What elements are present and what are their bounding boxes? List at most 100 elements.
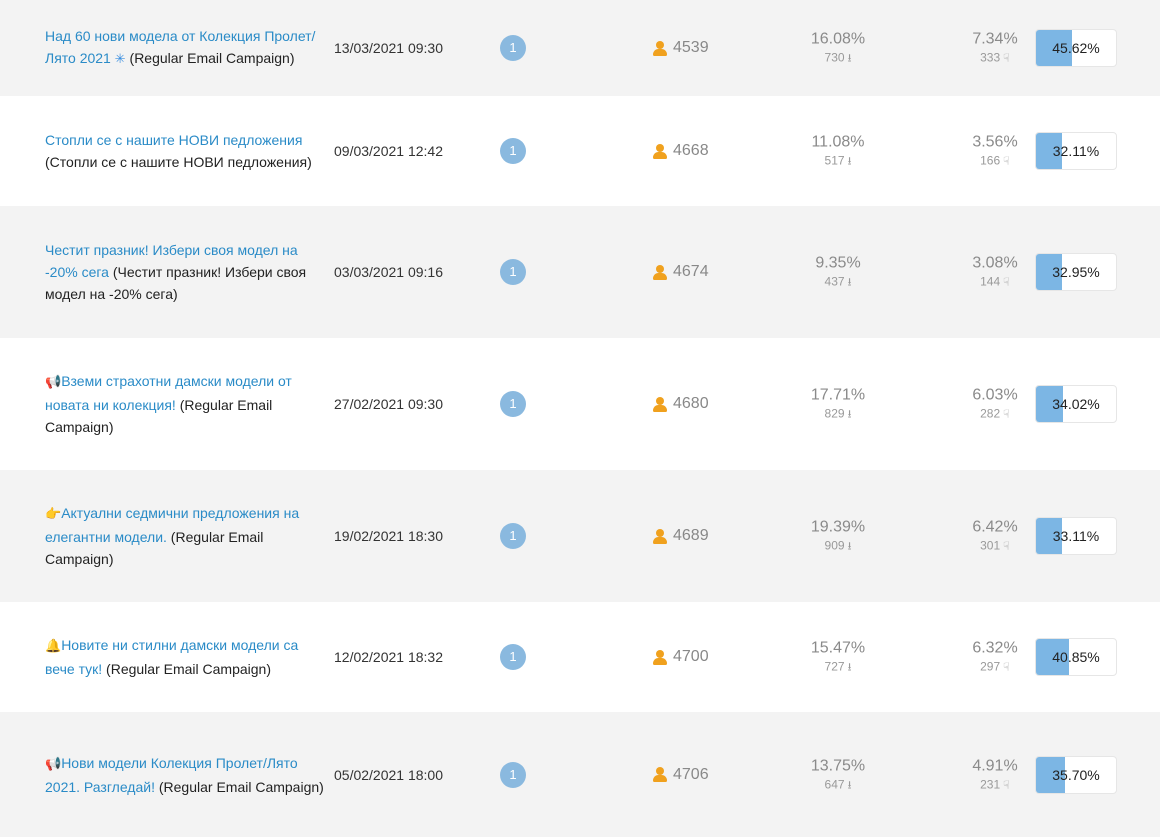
campaign-row: Над 60 нови модела от Колекция Пролет/Ля… — [0, 0, 1160, 96]
pointer-hand-icon: ☟ — [1003, 154, 1010, 168]
count-badge[interactable]: 1 — [500, 138, 526, 164]
click-count-value: 282 — [980, 406, 1001, 421]
send-date: 03/03/2021 09:16 — [334, 264, 443, 280]
click-to-open-bar: 33.11% — [1035, 517, 1117, 555]
campaign-type: (Regular Email Campaign) — [154, 778, 324, 795]
send-date: 27/02/2021 09:30 — [334, 396, 443, 412]
count-badge[interactable]: 1 — [500, 761, 526, 788]
recipients: 4689 — [653, 527, 709, 545]
send-date: 12/02/2021 18:32 — [334, 649, 443, 665]
click-to-open-value: 35.70% — [1052, 766, 1100, 783]
send-date: 19/02/2021 18:30 — [334, 528, 443, 544]
count-badge[interactable]: 1 — [500, 259, 526, 285]
open-count-value: 829 — [824, 406, 845, 421]
click-count: 297 ☟ — [968, 659, 1022, 676]
open-count-value: 437 — [824, 274, 845, 289]
open-rate: 9.35% 437 ⭳ — [808, 254, 868, 291]
download-icon: ⭳ — [847, 51, 852, 65]
pointer-hand-icon: ☟ — [1003, 275, 1010, 289]
download-icon: ⭳ — [847, 778, 852, 791]
recipients-count: 4674 — [673, 263, 709, 280]
recipients: 4680 — [653, 395, 709, 413]
open-rate-percent: 16.08% — [810, 30, 866, 48]
count-badge[interactable]: 1 — [500, 523, 526, 549]
click-to-open-value: 34.02% — [1052, 396, 1100, 412]
click-count: 333 ☟ — [968, 50, 1022, 67]
click-to-open-value: 33.11% — [1052, 528, 1100, 544]
click-count: 166 ☟ — [968, 153, 1022, 170]
send-date: 09/03/2021 12:42 — [334, 143, 443, 159]
click-count-value: 301 — [980, 538, 1001, 553]
open-rate-percent: 13.75% — [810, 757, 866, 774]
open-count-value: 730 — [824, 50, 845, 65]
open-rate-percent: 15.47% — [810, 639, 866, 657]
campaign-name: 📢Нови модели Колекция Пролет/Лято 2021. … — [45, 752, 330, 798]
click-count-value: 144 — [980, 274, 1001, 289]
click-rate-percent: 6.03% — [972, 386, 1018, 404]
open-rate-percent: 19.39% — [810, 518, 866, 536]
click-count-value: 297 — [980, 659, 1001, 674]
click-rate-percent: 6.42% — [972, 518, 1018, 536]
open-count-value: 727 — [824, 659, 845, 674]
recipients: 4668 — [653, 142, 709, 160]
star-emoji-icon: ✳ — [114, 52, 126, 67]
campaign-name: 🔔Новите ни стилни дамски модели са вече … — [45, 634, 330, 680]
campaign-list: Над 60 нови модела от Колекция Пролет/Ля… — [0, 0, 1160, 837]
open-rate-percent: 11.08% — [811, 133, 865, 151]
open-count: 647 ⭳ — [808, 776, 868, 793]
click-count-value: 333 — [980, 50, 1001, 65]
campaign-name: 📢Вземи страхотни дамски модели от новата… — [45, 370, 330, 438]
campaign-row: Стопли се с нашите НОВИ педложения (Стоп… — [0, 96, 1160, 206]
campaign-row: 👉Актуални седмични предложения на елеган… — [0, 470, 1160, 602]
click-rate: 4.91% 231 ☟ — [968, 756, 1022, 793]
click-rate-percent: 7.34% — [972, 30, 1018, 48]
click-count-value: 231 — [980, 777, 1001, 791]
count-badge[interactable]: 1 — [500, 644, 526, 670]
person-icon — [653, 649, 667, 665]
open-rate: 15.47% 727 ⭳ — [808, 639, 868, 676]
click-rate: 6.32% 297 ☟ — [968, 639, 1022, 676]
campaign-link[interactable]: Стопли се с нашите НОВИ педложения — [45, 132, 302, 148]
open-count: 829 ⭳ — [808, 406, 868, 423]
pointer-hand-icon: ☟ — [1003, 660, 1010, 674]
click-count: 282 ☟ — [968, 406, 1022, 423]
click-to-open-bar: 40.85% — [1035, 638, 1117, 676]
click-to-open-value: 32.95% — [1052, 264, 1100, 280]
download-icon: ⭳ — [847, 275, 852, 289]
click-to-open-value: 32.11% — [1052, 143, 1100, 159]
person-icon — [653, 767, 667, 782]
pointer-hand-icon: ☟ — [1003, 51, 1010, 65]
click-to-open-bar: 34.02% — [1035, 385, 1117, 423]
count-badge[interactable]: 1 — [500, 391, 526, 417]
recipients-count: 4539 — [673, 39, 709, 56]
recipients-count: 4689 — [673, 527, 709, 544]
recipients: 4674 — [653, 263, 709, 281]
campaign-row: 🔔Новите ни стилни дамски модели са вече … — [0, 602, 1160, 712]
click-rate: 3.08% 144 ☟ — [968, 254, 1022, 291]
open-rate: 19.39% 909 ⭳ — [808, 518, 868, 555]
mega-emoji-icon: 📢 — [45, 756, 62, 772]
download-icon: ⭳ — [847, 539, 852, 553]
click-rate-percent: 3.08% — [972, 254, 1018, 272]
open-rate: 11.08% 517 ⭳ — [808, 133, 868, 170]
person-icon — [653, 40, 667, 56]
click-count: 231 ☟ — [968, 776, 1022, 793]
campaign-row: 📢Нови модели Колекция Пролет/Лято 2021. … — [0, 712, 1160, 837]
campaign-type: (Regular Email Campaign) — [102, 661, 271, 677]
hand-emoji-icon: 👉 — [45, 507, 62, 522]
click-rate: 3.56% 166 ☟ — [968, 133, 1022, 170]
campaign-type: (Стопли се с нашите НОВИ педложения) — [45, 154, 312, 170]
click-count-value: 166 — [980, 153, 1001, 168]
pointer-hand-icon: ☟ — [1003, 778, 1010, 791]
click-rate-percent: 3.56% — [972, 133, 1018, 151]
send-date: 13/03/2021 09:30 — [334, 40, 443, 56]
download-icon: ⭳ — [847, 407, 852, 421]
click-count: 301 ☟ — [968, 538, 1022, 555]
open-rate: 16.08% 730 ⭳ — [808, 30, 868, 67]
campaign-name: Честит празник! Избери своя модел на -20… — [45, 239, 330, 305]
open-count: 437 ⭳ — [808, 274, 868, 291]
count-badge[interactable]: 1 — [500, 35, 526, 61]
open-rate: 17.71% 829 ⭳ — [808, 386, 868, 423]
recipients: 4700 — [653, 648, 709, 666]
open-count-value: 517 — [824, 153, 845, 168]
